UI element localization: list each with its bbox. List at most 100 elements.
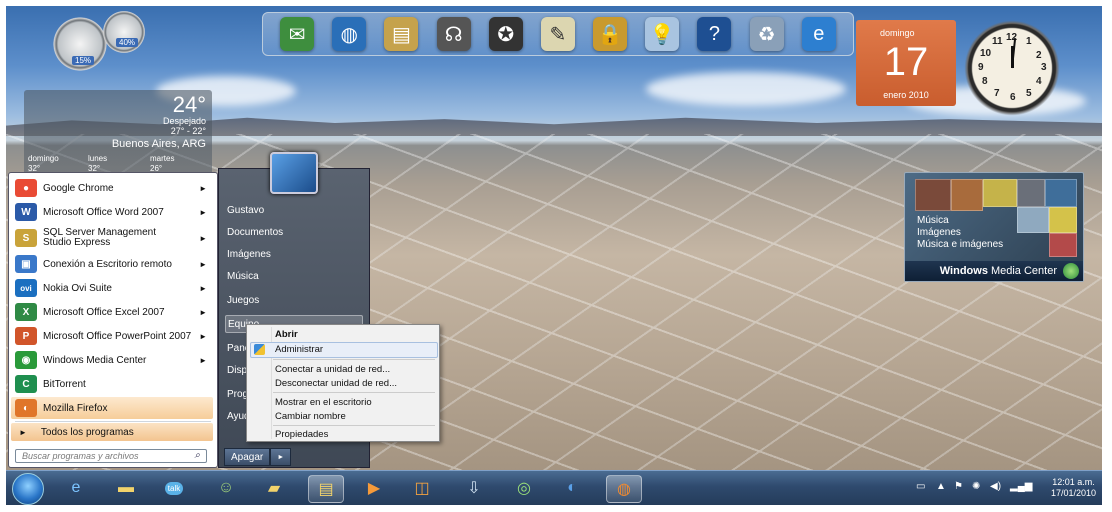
search-placeholder: Buscar programas y archivos (22, 451, 139, 461)
submenu-arrow-icon[interactable]: ► (199, 356, 207, 365)
recycle-bin-icon[interactable]: ♻ (749, 17, 784, 51)
start-menu-item-sql-server[interactable]: S SQL Server Management Studio Express ► (11, 225, 213, 251)
search-icon[interactable]: ⌕ (194, 450, 200, 461)
sql-server-icon: S (15, 229, 37, 247)
start-menu-item-bittorrent[interactable]: C BitTorrent (11, 373, 213, 395)
start-button[interactable] (12, 473, 44, 505)
users-icon[interactable]: ☺ (212, 475, 240, 501)
media-center-menu-music-pictures[interactable]: Música e imágenes (917, 239, 1003, 251)
calendar-month: enero 2010 (883, 90, 929, 100)
chrome-icon: ● (15, 179, 37, 197)
clock-number: 3 (1041, 62, 1047, 73)
download-icon[interactable]: ⇩ (460, 475, 488, 501)
start-menu-item-remote-desktop[interactable]: ▣ Conexión a Escritorio remoto ► (11, 253, 213, 275)
program-label: Microsoft Office Excel 2007 (43, 306, 165, 318)
start-menu-games[interactable]: Juegos (225, 291, 363, 309)
photos-icon[interactable]: ▤ (384, 17, 419, 51)
system-clock[interactable]: 12:01 a.m. 17/01/2010 (1051, 477, 1096, 499)
help-icon[interactable]: ? (697, 17, 732, 51)
headphones-icon[interactable]: ☊ (436, 17, 471, 51)
network-icon[interactable]: ◐ (558, 475, 586, 501)
context-manage[interactable]: Administrar (275, 344, 323, 355)
program-label: Windows Media Center (43, 354, 147, 366)
context-rename[interactable]: Cambiar nombre (275, 411, 346, 422)
clock-number: 9 (978, 62, 984, 73)
clock-time: 12:01 a.m. (1052, 477, 1095, 487)
firefox-icon[interactable]: ◍ (606, 475, 642, 503)
show-hidden-icons-icon[interactable]: ▲ (936, 481, 946, 492)
shutdown-group: Apagar ► (224, 448, 292, 466)
submenu-arrow-icon[interactable]: ► (199, 332, 207, 341)
submenu-arrow-icon[interactable]: ► (199, 260, 207, 269)
context-show-on-desktop[interactable]: Mostrar en el escritorio (275, 397, 372, 408)
lock-icon[interactable]: 🔒 (593, 17, 628, 51)
submenu-arrow-icon[interactable]: ► (199, 208, 207, 217)
internet-explorer-icon[interactable]: e (62, 475, 90, 501)
calendar-gadget[interactable]: domingo 17 enero 2010 (856, 20, 956, 106)
update-icon[interactable]: ◎ (510, 475, 538, 501)
start-menu-user[interactable]: Gustavo (225, 201, 363, 219)
context-open[interactable]: Abrir (275, 329, 298, 340)
taskbar: e ▬ talk ☺ ▰ ▤ ▶ ◫ ⇩ ◎ ◐ ◍ ▭ ▲ ⚑ ✺ ◀) ▂▄… (6, 470, 1102, 505)
film-reel-icon[interactable]: ✪ (488, 17, 523, 51)
folder-icon[interactable]: ▬ (112, 475, 140, 501)
submenu-arrow-icon[interactable]: ► (199, 308, 207, 317)
shutdown-options-arrow-icon[interactable]: ► (270, 448, 292, 466)
clock-number: 8 (982, 76, 988, 87)
start-menu-item-ovi[interactable]: ovi Nokia Ovi Suite ► (11, 277, 213, 299)
forecast-day: domingo (28, 154, 59, 163)
globe-icon[interactable]: ◍ (332, 17, 367, 51)
start-menu-pictures[interactable]: Imágenes (225, 245, 363, 263)
context-map-network-drive[interactable]: Conectar a unidad de red... (275, 364, 390, 375)
start-menu-item-firefox[interactable]: ◐ Mozilla Firefox (11, 397, 213, 419)
shutdown-button[interactable]: Apagar (224, 448, 271, 466)
submenu-arrow-icon[interactable]: ► (199, 234, 207, 243)
start-menu-item-chrome[interactable]: ● Google Chrome ► (11, 177, 213, 199)
google-talk-icon[interactable]: talk (160, 475, 188, 501)
excel-icon: X (15, 303, 37, 321)
separator (273, 425, 435, 426)
sync-icon[interactable]: ✺ (972, 481, 980, 492)
media-center-logo-icon (1063, 263, 1079, 279)
submenu-arrow-icon[interactable]: ► (199, 184, 207, 193)
volume-icon[interactable]: ◀) (990, 481, 1001, 492)
media-center-menu-music[interactable]: Música (917, 215, 1003, 227)
media-player-icon[interactable]: ▶ (360, 475, 388, 501)
action-center-flag-icon[interactable]: ⚑ (954, 481, 963, 492)
media-center-menu-pictures[interactable]: Imágenes (917, 227, 1003, 239)
context-properties[interactable]: Propiedades (275, 429, 328, 440)
start-menu-documents[interactable]: Documentos (225, 223, 363, 241)
start-menu-item-media-center[interactable]: ◉ Windows Media Center ► (11, 349, 213, 371)
explorer-active-icon[interactable]: ▤ (308, 475, 344, 503)
start-search-input[interactable]: Buscar programas y archivos ⌕ (15, 449, 207, 463)
start-menu-item-word[interactable]: W Microsoft Office Word 2007 ► (11, 201, 213, 223)
internet-explorer-icon[interactable]: e (801, 17, 836, 51)
context-disconnect-network-drive[interactable]: Desconectar unidad de red... (275, 378, 397, 389)
media-center-brand-bar[interactable]: Windows Media Center (905, 261, 1083, 281)
start-menu-music[interactable]: Música (225, 267, 363, 285)
all-programs-label: Todos los programas (40, 426, 134, 438)
lightbulb-icon[interactable]: 💡 (645, 17, 680, 51)
notepad-icon[interactable]: ✎ (540, 17, 575, 51)
network-signal-icon[interactable]: ▂▄▆ (1010, 481, 1032, 492)
media-center-gadget[interactable]: Música Imágenes Música e imágenes Window… (904, 172, 1084, 282)
weather-gadget[interactable]: 24° Despejado 27° - 22° Buenos Aires, AR… (24, 90, 212, 178)
user-picture-avatar[interactable] (270, 152, 318, 194)
start-menu-item-excel[interactable]: X Microsoft Office Excel 2007 ► (11, 301, 213, 323)
start-menu-item-powerpoint[interactable]: P Microsoft Office PowerPoint 2007 ► (11, 325, 213, 347)
outlook-icon[interactable]: ◫ (408, 475, 436, 501)
arrow-right-icon: ► (19, 427, 27, 437)
weather-condition: Despejado (162, 116, 206, 126)
submenu-arrow-icon[interactable]: ► (199, 284, 207, 293)
forecast-day: lunes (88, 154, 108, 163)
all-programs-button[interactable]: ► Todos los programas (11, 423, 213, 441)
separator (15, 421, 211, 422)
media-center-brand-bold: Windows (939, 265, 988, 277)
clock-gadget[interactable]: 12 1 2 3 4 5 6 7 8 9 10 11 (964, 20, 1060, 116)
message-icon[interactable]: ✉ (280, 17, 315, 51)
powerpoint-icon: P (15, 327, 37, 345)
folder-icon[interactable]: ▰ (260, 475, 288, 501)
media-center-icon: ◉ (15, 351, 37, 369)
memory-gauge-value: 40% (116, 38, 139, 47)
battery-icon[interactable]: ▭ (916, 481, 925, 492)
